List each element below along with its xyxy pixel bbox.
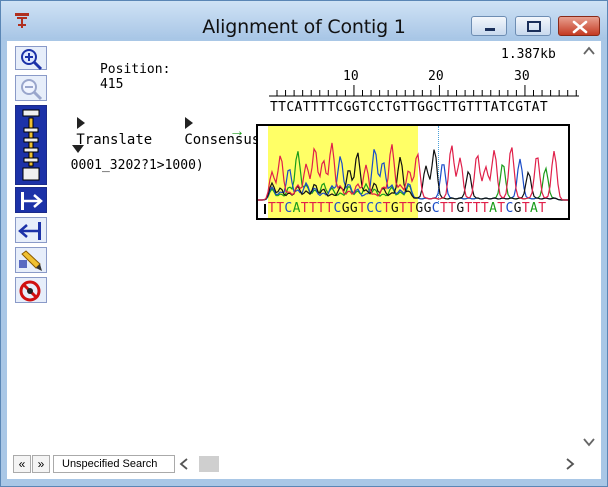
edit-button[interactable] [15, 247, 47, 273]
base-call: T [480, 201, 490, 216]
close-icon [572, 20, 588, 34]
go-right-button[interactable] [15, 187, 47, 213]
pencil-icon [19, 250, 42, 271]
base-call: G [513, 201, 522, 216]
minimize-icon [485, 28, 495, 31]
go-right-icon [21, 192, 43, 210]
maximize-icon [527, 21, 541, 32]
position-label: Position: [99, 62, 171, 77]
zoom-in-icon [21, 49, 43, 71]
base-call: T [268, 201, 277, 216]
scroll-up-icon [583, 46, 595, 55]
base-call: A [530, 201, 539, 216]
base-call: G [390, 201, 399, 216]
chromatogram-traces [258, 142, 568, 201]
base-call: G [341, 201, 350, 216]
base-call: A [292, 201, 301, 216]
base-call: G [415, 201, 424, 216]
zoom-out-button[interactable] [15, 75, 47, 101]
read-sequence: TTCATTTTCGGTCCTGTTGGCTTGTTTATCGTAT [268, 201, 546, 216]
slider-icon [22, 109, 40, 181]
zoom-out-icon [21, 79, 43, 101]
position-readout: Position: 415 [53, 47, 170, 107]
scroll-down-icon [583, 438, 595, 447]
base-call: T [399, 201, 408, 216]
base-call: T [308, 201, 318, 216]
alignment-window: Alignment of Contig 1 Position: 415 1.38… [0, 0, 608, 487]
position-value: 415 [99, 77, 124, 92]
search-selector[interactable]: Unspecified Search [53, 455, 175, 473]
read-name: 0001_3202?1>1000) [70, 158, 204, 173]
disclosure-down-icon [71, 145, 84, 153]
search-label: Unspecified Search [62, 458, 158, 470]
stop-button[interactable] [15, 277, 47, 303]
go-left-icon [18, 222, 41, 240]
scroll-left-icon [179, 458, 188, 470]
position-ruler: 10 20 30 [269, 69, 579, 97]
next-label: » [37, 457, 45, 471]
title-bar[interactable]: Alignment of Contig 1 [1, 1, 607, 39]
bottom-bar: « » Unspecified Search [7, 455, 601, 479]
horizontal-scrollbar[interactable] [177, 455, 577, 473]
minimize-button[interactable] [471, 16, 507, 36]
ruler-ticks [269, 85, 579, 97]
base-call: T [472, 201, 481, 216]
scroll-arrows [583, 46, 595, 447]
base-call: C [505, 201, 514, 216]
base-call: C [333, 201, 342, 216]
go-left-button[interactable] [15, 217, 47, 243]
base-call: T [521, 201, 530, 216]
maximize-button[interactable] [515, 16, 551, 36]
read-row-header[interactable]: 0001_3202?1>1000) [49, 127, 204, 188]
zoom-in-button[interactable] [15, 46, 47, 71]
prev-label: « [18, 457, 26, 471]
base-call: C [284, 201, 293, 216]
zoom-slider[interactable] [15, 105, 47, 185]
base-call: T [439, 201, 449, 216]
prev-search-button[interactable]: « [13, 455, 31, 473]
read-direction-arrow: → [229, 123, 245, 140]
base-call: C [431, 201, 440, 216]
base-call: T [538, 201, 547, 216]
base-call: C [374, 201, 383, 216]
base-call: G [423, 201, 432, 216]
scroll-right-icon [566, 458, 575, 470]
base-call: T [325, 201, 334, 216]
vertical-scrollbar[interactable] [579, 41, 599, 455]
base-call: T [382, 201, 391, 216]
next-search-button[interactable]: » [32, 455, 50, 473]
hscroll-thumb [199, 456, 219, 472]
base-call: T [464, 201, 473, 216]
base-call: G [456, 201, 465, 216]
hscroll-graphics [179, 456, 575, 472]
trace-start-marker [264, 204, 266, 214]
stop-icon [19, 280, 41, 302]
length-readout: 1.387kb [501, 47, 556, 62]
close-button[interactable] [558, 16, 600, 36]
trace-T [258, 142, 568, 201]
chromatogram-panel[interactable]: TTCATTTTCGGTCCTGTTGGCTTGTTTATCGTAT [256, 124, 570, 220]
base-call: G [349, 201, 359, 216]
client-area: Position: 415 1.387kb 10 20 30 Translate… [7, 41, 601, 479]
consensus-sequence: TTCATTTTCGGTCCTGTTGGCTTGTTTATCGTAT [270, 100, 549, 115]
base-call: T [300, 201, 309, 216]
